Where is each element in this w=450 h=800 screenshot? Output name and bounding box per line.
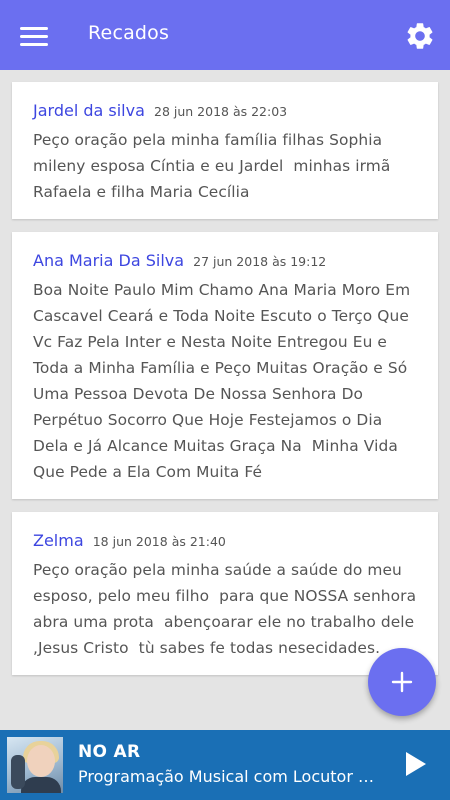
program-thumbnail <box>7 737 63 793</box>
on-air-label: NO AR <box>78 742 141 762</box>
message-author[interactable]: Ana Maria Da Silva <box>33 251 184 270</box>
message-text: Peço oração pela minha saúde a saúde do … <box>33 561 427 657</box>
radio-player-bar[interactable] <box>0 730 450 800</box>
message-text: Boa Noite Paulo Mim Chamo Ana Maria Moro… <box>33 281 416 481</box>
program-title: Programação Musical com Locutor Virtual <box>78 767 384 786</box>
app-bar: Recados <box>0 0 450 70</box>
message-text: Peço oração pela minha família filhas So… <box>33 131 396 201</box>
message-feed[interactable]: Jardel da silva 28 jun 2018 às 22:03 Peç… <box>0 70 450 730</box>
message-author[interactable]: Jardel da silva <box>33 101 145 120</box>
message-card: Jardel da silva 28 jun 2018 às 22:03 Peç… <box>12 82 438 219</box>
message-date: 27 jun 2018 às 19:12 <box>193 254 327 269</box>
message-author[interactable]: Zelma <box>33 531 84 550</box>
play-icon[interactable] <box>400 748 430 780</box>
message-date: 28 jun 2018 às 22:03 <box>154 104 288 119</box>
plus-icon <box>391 671 413 693</box>
message-card: Ana Maria Da Silva 27 jun 2018 às 19:12 … <box>12 232 438 499</box>
message-card: Zelma 18 jun 2018 às 21:40 Peço oração p… <box>12 512 438 675</box>
hamburger-menu-icon[interactable] <box>20 25 50 47</box>
add-message-button[interactable] <box>368 648 436 716</box>
message-date: 18 jun 2018 às 21:40 <box>92 534 226 549</box>
page-title: Recados <box>88 22 170 44</box>
microphone-icon <box>11 755 25 789</box>
gear-icon[interactable] <box>404 20 436 52</box>
